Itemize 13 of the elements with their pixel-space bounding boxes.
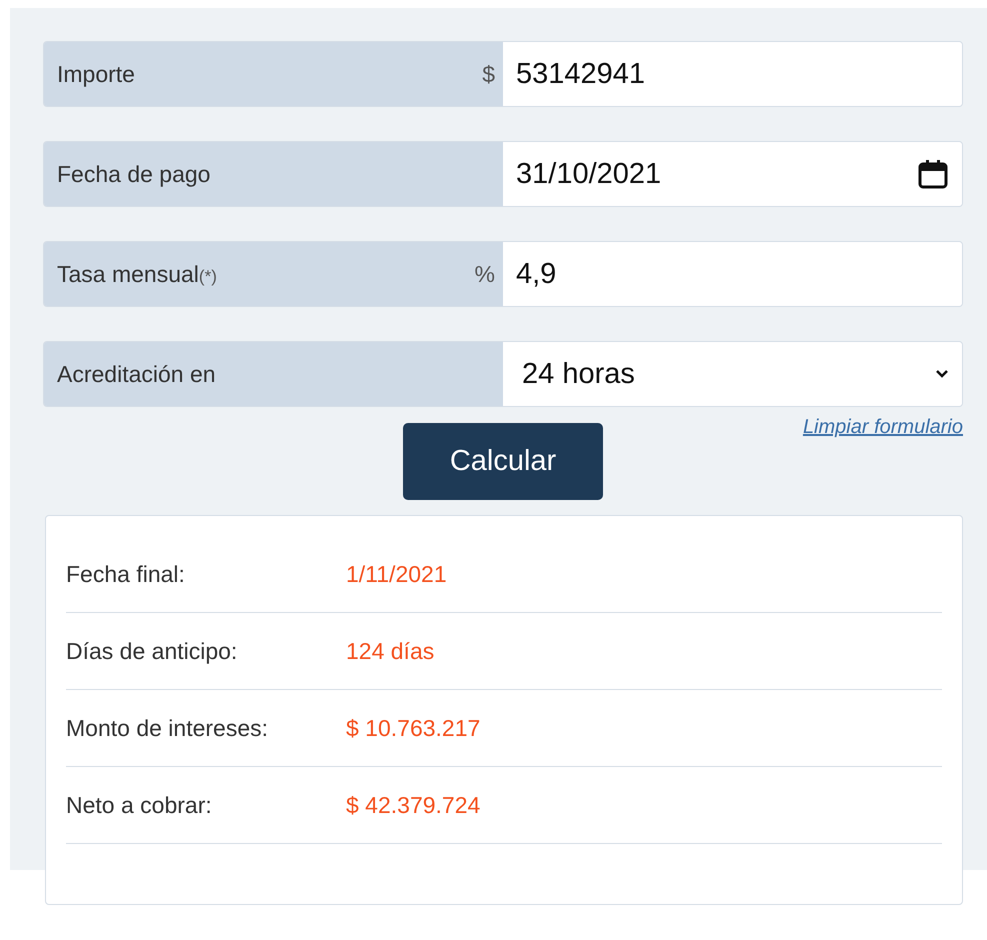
result-label: Días de anticipo: <box>66 638 238 664</box>
result-value: 124 días <box>346 638 434 664</box>
field-label: Acreditación en <box>57 360 216 386</box>
result-label: Fecha final: <box>66 560 186 588</box>
result-value: $ 42.379.724 <box>346 792 480 818</box>
chevron-down-icon <box>936 370 948 378</box>
calculate-button[interactable]: Calcular <box>403 423 603 500</box>
clear-form-link[interactable]: Limpiar formulario <box>802 416 963 439</box>
result-label: Neto a cobrar: <box>66 792 213 818</box>
result-label: Monto de intereses: <box>66 714 270 742</box>
dropdown[interactable]: 24 horas <box>503 342 962 406</box>
result-value: $ 10.763.217 <box>346 714 480 742</box>
result-value: 1/11/2021 <box>346 560 447 588</box>
